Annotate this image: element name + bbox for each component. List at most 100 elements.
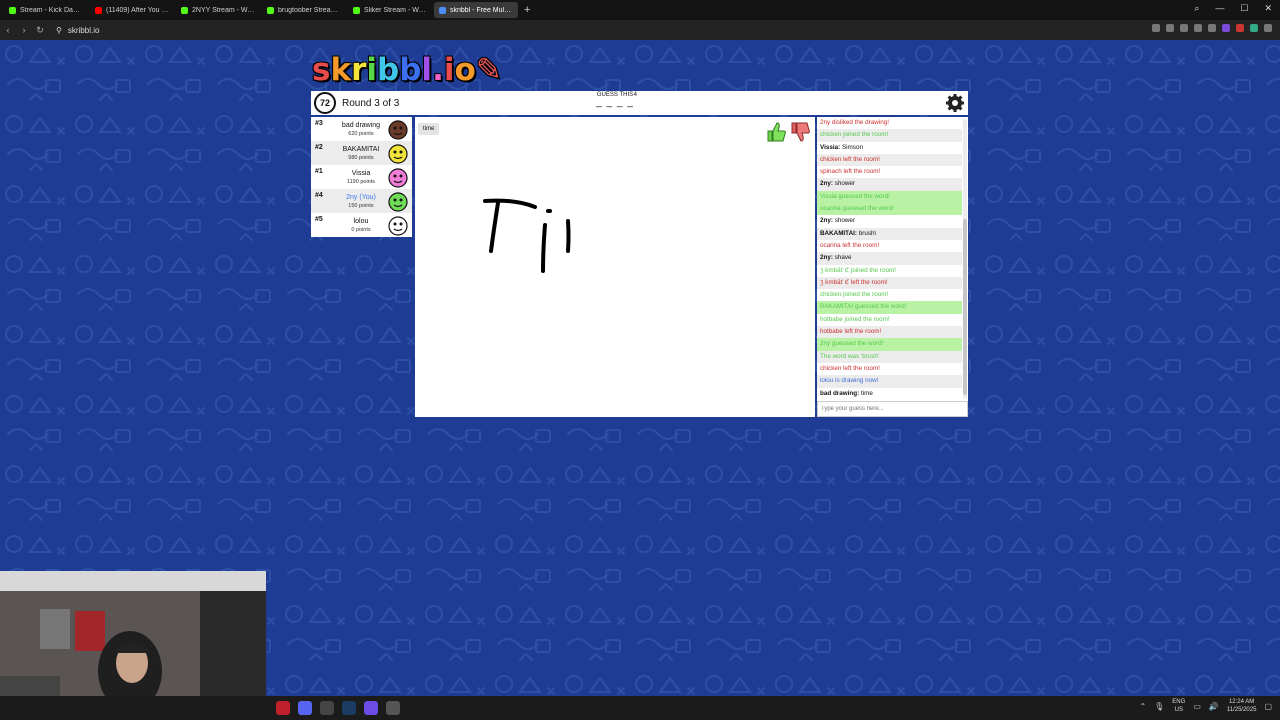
chat-message: ʒ ƙmbāť ℭ joined the room!: [817, 265, 962, 277]
player-rank: #1: [315, 168, 323, 175]
chat-messages: 2ny disliked the drawing! chicken joined …: [817, 117, 962, 400]
chat-message: BAKAMITAI: brush\: [817, 227, 962, 240]
forward-icon[interactable]: ›: [16, 25, 32, 35]
extension-icon[interactable]: [1194, 24, 1202, 32]
player-avatar-icon: [388, 216, 408, 236]
chat-author: BAKAMITAI:: [820, 229, 857, 237]
chat-text: The word was 'brush': [820, 352, 880, 360]
timer-value: 72: [319, 98, 330, 108]
extension-icon[interactable]: [1166, 24, 1174, 32]
skribbl-logo[interactable]: skribbl.io✎: [312, 52, 502, 88]
browser-tab[interactable]: Stream - Kick Dashboard: [4, 2, 88, 18]
browser-tab[interactable]: (11409) After You - Ka: [90, 2, 174, 18]
browser-tab[interactable]: Sliker Stream - Watch Live: [348, 2, 432, 18]
steam-icon[interactable]: [342, 701, 356, 715]
mic-icon[interactable]: 🎙: [1154, 702, 1164, 711]
chat-text: 2ny guessed the word!: [820, 340, 884, 348]
player-points: 620 points: [348, 131, 374, 137]
extensions-toolbar: [1152, 24, 1272, 32]
player-avatar-icon: [388, 168, 408, 188]
player-row[interactable]: #5 lolou 0 points: [311, 213, 412, 237]
window-controls: ⌕ — ☐ ✕: [1194, 3, 1272, 14]
url-text: skribbl.io: [67, 25, 100, 35]
discord-icon[interactable]: [298, 701, 312, 715]
player-row[interactable]: #3 bad drawing 620 points: [311, 117, 412, 141]
drawing-canvas[interactable]: time: [415, 117, 815, 417]
extension-icon[interactable]: [1250, 24, 1258, 32]
tab-favicon-icon: [9, 6, 16, 14]
close-window-button[interactable]: ✕: [1264, 3, 1272, 14]
clock-time: 12:24 AM: [1228, 699, 1255, 705]
chat-scrollbar[interactable]: [963, 119, 967, 399]
back-icon[interactable]: ‹: [0, 25, 16, 35]
logo-text: skribbl.io: [312, 52, 476, 88]
player-row[interactable]: #2 BAKAMITAI 980 points: [311, 141, 412, 165]
chat-message: 2ny: shave: [817, 252, 962, 265]
chat-text: shower: [834, 217, 856, 225]
clock-date: 11/25/2025: [1226, 707, 1257, 713]
chat-panel: 2ny disliked the drawing! chicken joined …: [817, 117, 968, 417]
language-indicator[interactable]: ENG US: [1172, 698, 1185, 714]
player-name-text: 2ny (You): [346, 194, 376, 201]
browser-tab[interactable]: brugtoober Stream - Watc: [262, 2, 346, 18]
system-tray: ⌃ 🎙 ENG US ▭ 🔊 12:24 AM 11/25/2025 ▢: [1139, 698, 1272, 714]
extension-icon[interactable]: [1152, 24, 1160, 32]
extension-icon[interactable]: [1180, 24, 1188, 32]
player-rank: #4: [315, 192, 323, 199]
chat-message: lolou is drawing now!: [817, 375, 962, 388]
minimize-button[interactable]: —: [1215, 3, 1224, 14]
chat-text: Simson: [841, 143, 863, 151]
chat-text: Vissia guessed the word!: [820, 192, 890, 200]
tab-label: Stream - Kick Dashboard: [20, 6, 83, 14]
app-icon[interactable]: [364, 701, 378, 715]
extension-icon[interactable]: [1222, 24, 1230, 32]
chat-message: bad drawing: time: [817, 388, 962, 400]
chat-message: Vissia guessed the word!: [817, 190, 962, 204]
chat-author: 2ny:: [820, 217, 833, 225]
search-tabs-icon[interactable]: ⌕: [1194, 3, 1199, 14]
extension-icon[interactable]: [1264, 24, 1272, 32]
chat-message: spinach left the room!: [817, 166, 962, 178]
player-points: 980 points: [348, 155, 374, 161]
player-row[interactable]: #4 2ny (You) 150 points: [311, 189, 412, 213]
tab-label: Sliker Stream - Watch Live: [364, 6, 427, 14]
network-icon[interactable]: ▭: [1193, 702, 1201, 711]
obs-icon[interactable]: [320, 701, 334, 715]
maximize-button[interactable]: ☐: [1240, 3, 1248, 14]
guess-input[interactable]: [817, 401, 968, 417]
chat-message: chicken left the room!: [817, 363, 962, 375]
volume-icon[interactable]: 🔊: [1209, 702, 1219, 711]
chat-text: shower: [834, 180, 856, 188]
player-row[interactable]: #1 Vissia 1190 points: [311, 165, 412, 189]
settings-gear-icon[interactable]: [945, 93, 965, 113]
chat-message: The word was 'brush': [817, 350, 962, 363]
new-tab-button[interactable]: +: [524, 4, 530, 16]
player-list: #3 bad drawing 620 points #2 BAKAMITAI 980 po…: [311, 117, 412, 237]
tab-label: skribbl - Free Multiplayer: [450, 6, 513, 14]
pencil-icon: ✎: [475, 52, 502, 88]
chat-message: BAKAMITAI guessed the word!: [817, 301, 962, 314]
url-field[interactable]: ⚲ skribbl.io: [56, 26, 99, 35]
tab-favicon-icon: [439, 6, 446, 14]
chat-text: chicken left the room!: [820, 155, 880, 163]
tray-chevron-icon[interactable]: ⌃: [1139, 702, 1146, 711]
chat-author: 2ny:: [820, 254, 833, 262]
chat-scrollbar-thumb[interactable]: [963, 219, 967, 395]
player-name-text: bad drawing: [341, 122, 381, 129]
drawing-strokes: [483, 198, 571, 273]
player-avatar-icon: [388, 120, 408, 140]
browser-tab[interactable]: skribbl - Free Multiplayer: [434, 2, 518, 18]
reload-icon[interactable]: ↻: [32, 25, 48, 36]
clock[interactable]: 12:24 AM 11/25/2025: [1227, 698, 1257, 714]
site-info-icon[interactable]: ⚲: [56, 26, 62, 35]
extension-icon[interactable]: [1208, 24, 1216, 32]
tab-favicon-icon: [95, 6, 102, 14]
word-length: 4: [633, 92, 637, 98]
extension-icon[interactable]: [1236, 24, 1244, 32]
word-blanks: _ _ _ _: [596, 97, 634, 108]
chat-message: chicken left the room!: [817, 153, 962, 167]
opera-icon[interactable]: [276, 701, 290, 715]
browser-tab[interactable]: 2NYY Stream - Watch Live: [176, 2, 260, 18]
app-icon[interactable]: [386, 701, 400, 715]
notifications-icon[interactable]: ▢: [1264, 702, 1272, 711]
